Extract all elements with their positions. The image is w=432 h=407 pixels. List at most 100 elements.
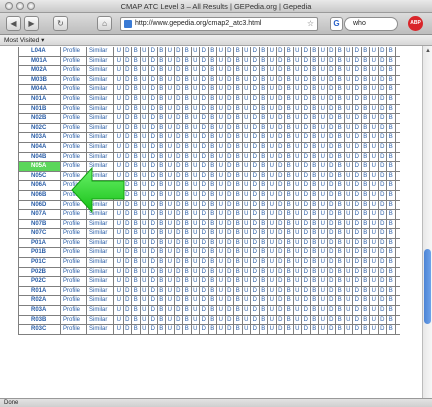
direction-link[interactable]: U [115, 94, 124, 104]
direction-link[interactable]: U [370, 181, 379, 191]
direction-link[interactable]: B [362, 152, 370, 162]
direction-link[interactable]: B [234, 248, 243, 258]
direction-link[interactable]: D [175, 238, 183, 248]
similar-link[interactable]: Similar [87, 258, 114, 268]
direction-link[interactable]: B [311, 133, 319, 143]
direction-link[interactable]: D [328, 152, 336, 162]
direction-link[interactable]: B [158, 47, 166, 56]
direction-link[interactable]: D [226, 306, 234, 316]
direction-link[interactable]: B [387, 219, 396, 229]
direction-link[interactable]: B [285, 56, 294, 66]
direction-link[interactable]: U [319, 248, 328, 258]
direction-link[interactable]: U [319, 94, 328, 104]
direction-link[interactable]: D [200, 267, 209, 277]
direction-link[interactable]: U [141, 104, 149, 114]
direction-link[interactable]: B [158, 94, 166, 104]
direction-link[interactable]: B [234, 210, 243, 220]
direction-link[interactable]: B [362, 315, 370, 325]
direction-link[interactable]: D [302, 114, 311, 124]
direction-link[interactable]: B [158, 325, 166, 335]
direction-link[interactable]: D [379, 181, 387, 191]
direction-link[interactable]: B [234, 200, 243, 210]
direction-link[interactable]: D [277, 238, 285, 248]
direction-link[interactable]: U [243, 238, 251, 248]
direction-link[interactable]: B [183, 325, 192, 335]
direction-link[interactable]: D [277, 210, 285, 220]
direction-link[interactable]: D [149, 258, 158, 268]
direction-link[interactable]: U [115, 277, 124, 287]
direction-link[interactable]: D [226, 296, 234, 306]
direction-link[interactable]: B [336, 325, 345, 335]
direction-link[interactable]: D [277, 267, 285, 277]
direction-link[interactable]: U [268, 267, 277, 277]
direction-link[interactable]: B [260, 315, 268, 325]
direction-link[interactable]: D [149, 190, 158, 200]
direction-link[interactable]: U [294, 210, 302, 220]
direction-link[interactable]: U [141, 94, 149, 104]
direction-link[interactable]: D [379, 114, 387, 124]
direction-link[interactable]: B [260, 258, 268, 268]
direction-link[interactable]: D [175, 152, 183, 162]
atc-code-link[interactable]: N03A [19, 133, 61, 143]
direction-link[interactable]: D [251, 114, 260, 124]
direction-link[interactable]: B [183, 47, 192, 56]
direction-link[interactable]: U [345, 248, 353, 258]
direction-link[interactable]: B [311, 200, 319, 210]
direction-link[interactable]: U [268, 325, 277, 335]
direction-link[interactable]: D [226, 123, 234, 133]
direction-link[interactable]: B [336, 238, 345, 248]
direction-link[interactable]: U [192, 229, 200, 239]
direction-link[interactable]: D [302, 85, 311, 95]
direction-link[interactable]: D [328, 94, 336, 104]
direction-link[interactable]: B [260, 181, 268, 191]
atc-code-link[interactable]: N05A [19, 162, 61, 172]
direction-link[interactable]: U [294, 200, 302, 210]
direction-link[interactable]: D [251, 325, 260, 335]
direction-link[interactable]: B [285, 200, 294, 210]
atc-code-link[interactable]: R03C [19, 325, 61, 335]
direction-link[interactable]: U [345, 181, 353, 191]
direction-link[interactable]: B [158, 286, 166, 296]
direction-link[interactable]: U [243, 142, 251, 152]
direction-link[interactable]: U [217, 248, 226, 258]
close-window-icon[interactable] [5, 2, 13, 10]
direction-link[interactable]: B [336, 248, 345, 258]
direction-link[interactable]: B [234, 277, 243, 287]
direction-link[interactable]: D [149, 114, 158, 124]
vertical-scrollbar[interactable]: ▲ [422, 46, 432, 398]
direction-link[interactable]: D [328, 306, 336, 316]
direction-link[interactable]: U [345, 162, 353, 172]
direction-link[interactable]: B [234, 75, 243, 85]
direction-link[interactable]: B [311, 190, 319, 200]
direction-link[interactable]: U [319, 181, 328, 191]
direction-link[interactable]: B [260, 142, 268, 152]
direction-link[interactable]: B [387, 142, 396, 152]
direction-link[interactable]: U [370, 315, 379, 325]
direction-link[interactable]: D [124, 286, 132, 296]
direction-link[interactable]: U [115, 258, 124, 268]
direction-link[interactable]: U [192, 306, 200, 316]
direction-link[interactable]: U [166, 296, 175, 306]
direction-link[interactable]: B [336, 47, 345, 56]
direction-link[interactable]: D [353, 104, 362, 114]
direction-link[interactable]: D [379, 66, 387, 76]
direction-link[interactable]: B [183, 277, 192, 287]
direction-link[interactable]: U [345, 286, 353, 296]
direction-link[interactable]: D [328, 142, 336, 152]
direction-link[interactable]: B [158, 238, 166, 248]
direction-link[interactable]: D [175, 171, 183, 181]
direction-link[interactable]: D [302, 66, 311, 76]
direction-link[interactable]: B [209, 200, 217, 210]
direction-link[interactable]: D [277, 315, 285, 325]
direction-link[interactable]: D [251, 238, 260, 248]
direction-link[interactable]: B [336, 267, 345, 277]
direction-link[interactable]: B [336, 162, 345, 172]
direction-link[interactable]: D [353, 75, 362, 85]
direction-link[interactable]: U [345, 267, 353, 277]
direction-link[interactable]: D [302, 277, 311, 287]
direction-link[interactable]: B [260, 219, 268, 229]
direction-link[interactable]: D [302, 142, 311, 152]
similar-link[interactable]: Similar [87, 296, 114, 306]
direction-link[interactable]: D [226, 133, 234, 143]
direction-link[interactable]: D [124, 85, 132, 95]
